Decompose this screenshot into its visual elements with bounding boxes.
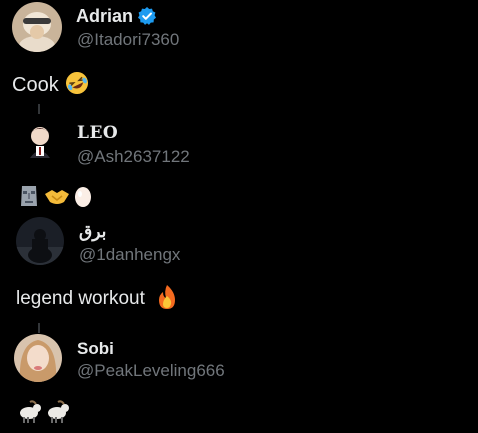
- rolling-on-floor-laughing-icon: [65, 71, 89, 99]
- fire-icon: [155, 284, 179, 314]
- handshake-icon: [44, 185, 70, 211]
- handle[interactable]: @1danhengx: [79, 245, 180, 265]
- post-emoji-row: [16, 400, 70, 428]
- handle[interactable]: @Ash2637122: [77, 147, 190, 167]
- author-line: Adrian: [76, 5, 157, 27]
- moai-icon: [18, 184, 40, 212]
- post-text-content: legend workout: [16, 288, 145, 309]
- display-name[interactable]: برق: [79, 222, 106, 242]
- reply-post: Sobi @PeakLeveling666: [0, 332, 478, 433]
- display-name[interactable]: Sobi: [77, 339, 114, 359]
- reply-post: Adrian @Itadori7360 Cook: [0, 0, 478, 114]
- display-name[interactable]: LEO: [77, 123, 118, 143]
- post-emoji-row: [18, 186, 92, 210]
- goat-icon: [16, 400, 42, 428]
- author-line: LEO: [77, 122, 118, 144]
- avatar[interactable]: [16, 217, 64, 265]
- handle[interactable]: @Itadori7360: [77, 30, 179, 50]
- goat-icon: [44, 400, 70, 428]
- reply-post: برق @1danhengx legend workout: [0, 215, 478, 333]
- reply-post: LEO @Ash2637122: [0, 110, 478, 215]
- avatar[interactable]: [12, 2, 62, 52]
- author-line: برق: [79, 221, 106, 243]
- author-line: Sobi: [77, 338, 114, 360]
- post-text: Cook: [12, 72, 89, 98]
- post-text: legend workout: [16, 284, 179, 314]
- egg-icon: [74, 184, 92, 212]
- handle[interactable]: @PeakLeveling666: [77, 361, 225, 381]
- avatar[interactable]: [14, 334, 62, 382]
- display-name[interactable]: Adrian: [76, 6, 133, 27]
- avatar[interactable]: [16, 118, 64, 166]
- verified-badge-icon: [137, 6, 157, 26]
- post-text-content: Cook: [12, 73, 59, 96]
